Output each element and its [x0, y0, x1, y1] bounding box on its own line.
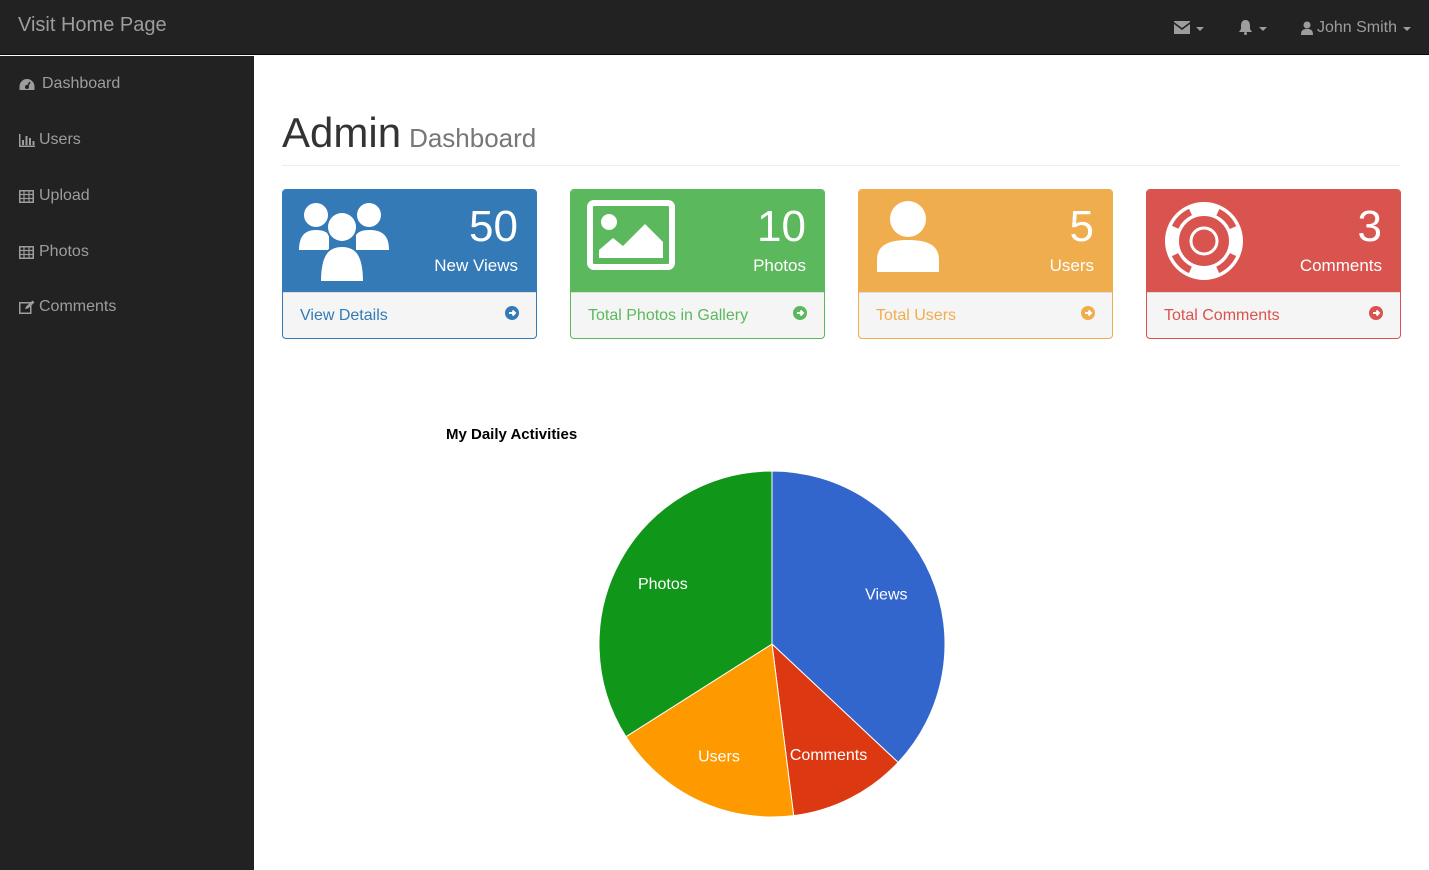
panel-label: Users: [1049, 256, 1094, 275]
pie-label-photos: Photos: [638, 576, 688, 593]
panel-heading: 5 Users: [859, 190, 1112, 292]
caret-down-icon: [1258, 26, 1267, 31]
sidebar-item-label: Photos: [39, 243, 89, 260]
top-navbar: Visit Home Page John Smith: [0, 0, 1429, 55]
arrow-circle-right-icon: [505, 306, 519, 325]
sidebar-item-dashboard[interactable]: Dashboard: [0, 56, 254, 112]
caret-down-icon: [1403, 26, 1411, 31]
navbar-right: John Smith: [1140, 0, 1411, 55]
panel-heading: 10 Photos: [571, 190, 824, 292]
total-comments-link[interactable]: Total Comments: [1147, 292, 1400, 338]
panel-label: Photos: [753, 256, 806, 275]
users-icon: [299, 200, 389, 287]
messages-dropdown[interactable]: [1173, 21, 1204, 34]
sidebar-item-users[interactable]: Users: [0, 112, 254, 168]
alerts-dropdown[interactable]: [1238, 20, 1267, 35]
pie-label-comments: Comments: [790, 747, 867, 764]
users-panel: 5 Users Total Users: [858, 189, 1113, 339]
sidebar-item-label: Comments: [39, 298, 117, 315]
page-title: Admin: [282, 109, 402, 156]
table-icon: [19, 245, 39, 259]
user-dropdown[interactable]: John Smith: [1300, 18, 1411, 37]
bell-icon: [1238, 20, 1253, 35]
sidebar-item-comments[interactable]: Comments: [0, 279, 254, 335]
total-users-link[interactable]: Total Users: [859, 292, 1112, 338]
panel-label: New Views: [434, 256, 518, 275]
pie-chart: Views Comments Users Photos: [598, 470, 946, 818]
views-panel: 50 New Views View Details: [282, 189, 537, 339]
image-icon: [587, 200, 675, 275]
panel-value: 50: [469, 202, 518, 251]
page-header: Admin Dashboard: [282, 108, 1400, 166]
arrow-circle-right-icon: [793, 306, 807, 325]
user-icon: [875, 200, 941, 277]
panel-link-label: View Details: [300, 306, 388, 324]
total-photos-link[interactable]: Total Photos in Gallery: [571, 292, 824, 338]
sidebar-item-label: Users: [39, 131, 81, 148]
bar-chart-icon: [19, 133, 39, 147]
page-subtitle: Dashboard: [409, 123, 537, 153]
user-icon: [1300, 21, 1313, 35]
dashboard-icon: [19, 78, 39, 91]
pie-label-users: Users: [698, 749, 740, 766]
chart-title: My Daily Activities: [446, 426, 578, 443]
panel-value: 3: [1357, 202, 1382, 251]
panel-link-label: Total Users: [876, 306, 957, 324]
panel-label: Comments: [1299, 256, 1382, 275]
panel-value: 10: [757, 202, 806, 251]
panel-heading: 3 Comments: [1147, 190, 1400, 292]
daily-activities-chart: My Daily Activities Views Comments Users Ph…: [424, 416, 1124, 836]
pie-label-views: Views: [865, 587, 907, 604]
envelope-icon: [1173, 21, 1190, 34]
panel-link-label: Total Photos in Gallery: [588, 306, 749, 324]
photos-panel: 10 Photos Total Photos in Gallery: [570, 189, 825, 339]
sidebar-item-photos[interactable]: Photos: [0, 224, 254, 280]
panel-value: 5: [1069, 202, 1094, 251]
panel-heading: 50 New Views: [283, 190, 536, 292]
sidebar-item-label: Dashboard: [42, 75, 121, 92]
edit-icon: [19, 300, 39, 314]
arrow-circle-right-icon: [1081, 306, 1095, 325]
view-details-link[interactable]: View Details: [283, 292, 536, 338]
caret-down-icon: [1195, 26, 1204, 31]
user-name: John Smith: [1316, 18, 1397, 36]
panel-link-label: Total Comments: [1164, 306, 1280, 324]
arrow-circle-right-icon: [1369, 306, 1383, 325]
sidebar-item-label: Upload: [39, 187, 90, 204]
brand-link[interactable]: Visit Home Page: [18, 14, 167, 37]
comments-panel: 3 Comments Total Comments: [1146, 189, 1401, 339]
sidebar: Dashboard Users Upload Photos Comments: [0, 56, 254, 870]
main-content: Admin Dashboard 50 New Views View Details: [254, 56, 1429, 870]
sidebar-item-upload[interactable]: Upload: [0, 168, 254, 224]
table-icon: [19, 189, 39, 203]
life-ring-icon: [1163, 200, 1245, 287]
